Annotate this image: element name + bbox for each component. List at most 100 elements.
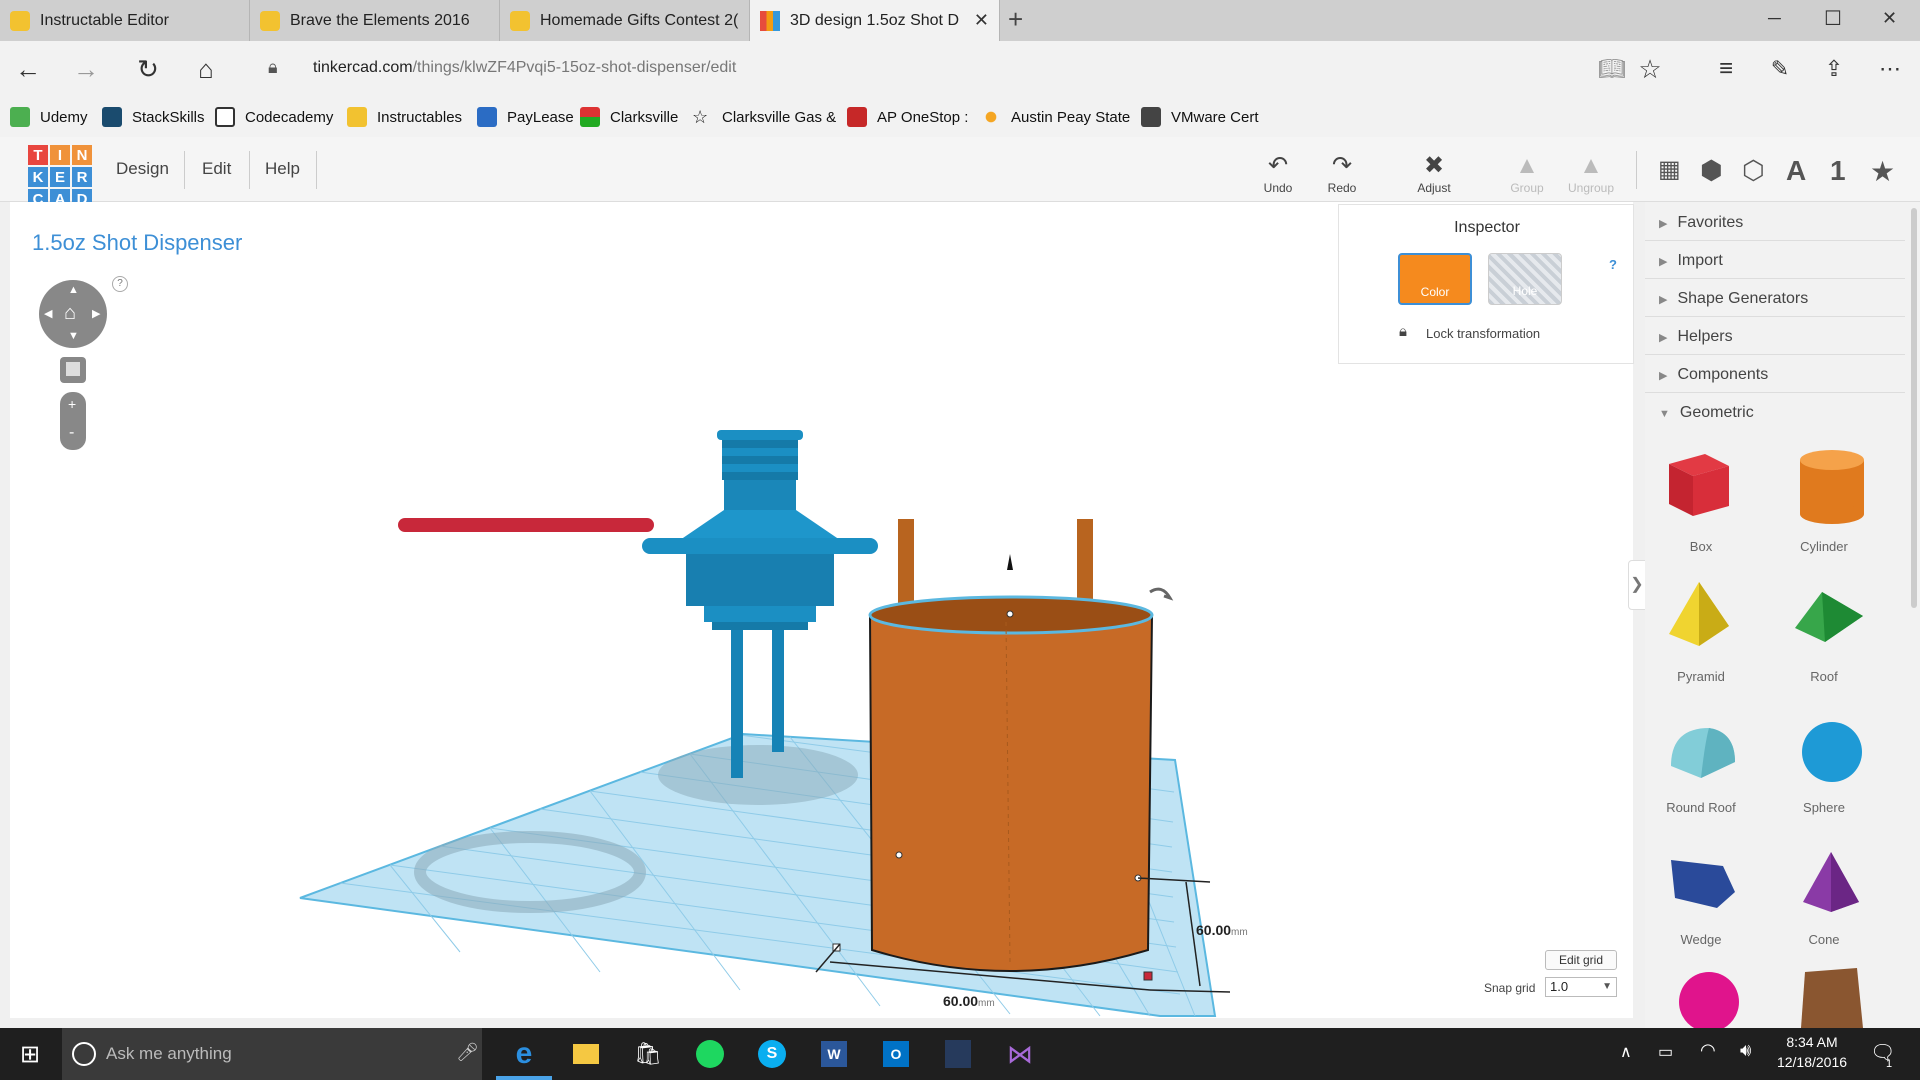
move-up-arrow-icon[interactable] <box>1007 554 1013 570</box>
close-window-button[interactable]: ✕ <box>1882 8 1897 29</box>
brown-shape-icon[interactable] <box>1801 968 1863 1028</box>
wireframe-view-icon[interactable]: ⬡ <box>1742 155 1765 186</box>
orbit-down-icon[interactable]: ▼ <box>68 330 79 342</box>
lock-transformation-label[interactable]: Lock transformation <box>1426 326 1540 341</box>
tab-instructable-editor[interactable]: Instructable Editor <box>0 0 250 41</box>
inspector-help-icon[interactable]: ? <box>1609 257 1617 272</box>
home-icon[interactable]: ⌂ <box>186 49 226 89</box>
section-favorites[interactable]: ▶ Favorites <box>1659 214 1743 232</box>
box-shape-icon[interactable] <box>1669 454 1729 516</box>
new-tab-button[interactable]: + <box>1008 4 1023 35</box>
orbit-control[interactable]: ▲ ▼ ◀ ▶ ⌂ <box>39 280 107 348</box>
resize-handle[interactable] <box>895 851 903 859</box>
url-field[interactable]: tinkercad.com/things/klwZF4Pvqi5-15oz-sh… <box>313 59 736 77</box>
clock-time[interactable]: 8:34 AM <box>1770 1034 1854 1050</box>
kindle-icon[interactable] <box>938 1036 978 1072</box>
windows-start-icon[interactable]: ⊞ <box>10 1036 50 1072</box>
battery-icon[interactable]: ▭ <box>1658 1042 1673 1062</box>
pyramid-shape-icon[interactable] <box>1669 582 1729 646</box>
section-geometric[interactable]: ▼ Geometric <box>1659 404 1754 422</box>
number-shape-icon[interactable]: 1 <box>1830 155 1846 187</box>
fav-ap-onestop[interactable]: AP OneStop : <box>847 107 968 127</box>
redo-button[interactable]: ↷ Redo <box>1312 151 1372 195</box>
visual-studio-icon[interactable]: ⋈ <box>1000 1036 1040 1072</box>
text-shape-icon[interactable]: A <box>1786 155 1806 187</box>
snap-grid-select[interactable]: 1.0 ▼ <box>1545 977 1617 997</box>
wifi-icon[interactable]: ◠ <box>1700 1040 1716 1061</box>
show-hidden-icons-icon[interactable]: ∧ <box>1620 1042 1632 1062</box>
spotify-icon[interactable] <box>690 1036 730 1072</box>
orbit-right-icon[interactable]: ▶ <box>92 307 100 320</box>
file-explorer-icon[interactable] <box>566 1036 606 1072</box>
tab-brave-elements[interactable]: Brave the Elements 2016 <box>250 0 500 41</box>
corner-handle[interactable] <box>1143 971 1153 981</box>
fav-clarksville[interactable]: Clarksville <box>580 107 678 127</box>
group-button[interactable]: ▲ Group <box>1497 151 1557 195</box>
panel-scrollbar[interactable] <box>1911 208 1917 608</box>
section-components[interactable]: ▶ Components <box>1659 366 1768 384</box>
rotate-handle-icon[interactable] <box>1149 587 1174 601</box>
wedge-shape-icon[interactable] <box>1671 860 1735 908</box>
web-note-icon[interactable]: ✎ <box>1760 49 1800 89</box>
section-import[interactable]: ▶ Import <box>1659 252 1723 270</box>
favorite-star-icon[interactable]: ☆ <box>1630 49 1670 89</box>
tab-3d-design[interactable]: 3D design 1.5oz Shot D ✕ <box>750 0 1000 41</box>
orange-cylinder-shape[interactable] <box>868 519 1154 972</box>
fit-view-button[interactable] <box>60 357 86 383</box>
color-swatch-button[interactable]: Color <box>1398 253 1472 305</box>
undo-button[interactable]: ↶ Undo <box>1248 151 1308 195</box>
hub-icon[interactable]: ≡ <box>1706 49 1746 89</box>
fav-udemy[interactable]: Udemy <box>10 107 88 127</box>
section-shape-generators[interactable]: ▶ Shape Generators <box>1659 290 1808 308</box>
cylinder-shape-icon[interactable] <box>1800 450 1864 524</box>
star-shape-icon[interactable]: ★ <box>1870 155 1895 188</box>
width-dimension-label[interactable]: 60.00mm <box>943 993 995 1009</box>
nav-help-icon[interactable]: ? <box>112 276 128 292</box>
collapse-panel-icon[interactable]: ❯ <box>1628 560 1646 610</box>
menu-help[interactable]: Help <box>265 159 300 179</box>
box-view-icon[interactable]: ⬢ <box>1700 155 1723 186</box>
microphone-icon[interactable]: 🎤︎ <box>456 1042 479 1063</box>
fav-instructables[interactable]: Instructables <box>347 107 462 127</box>
round-roof-shape-icon[interactable] <box>1671 728 1735 778</box>
resize-handle[interactable] <box>1006 610 1014 618</box>
edge-browser-icon[interactable]: e <box>504 1036 544 1072</box>
store-icon[interactable]: 🛍︎ <box>628 1036 668 1072</box>
hole-button[interactable]: Hole <box>1488 253 1562 305</box>
orbit-left-icon[interactable]: ◀ <box>44 307 52 320</box>
red-handle-shape[interactable] <box>398 518 654 532</box>
lock-icon[interactable]: 🔒︎ <box>1399 323 1407 340</box>
cortana-search-box[interactable]: Ask me anything 🎤︎ <box>62 1028 482 1080</box>
depth-dimension-label[interactable]: 60.00mm <box>1196 922 1248 938</box>
pink-shape-icon[interactable] <box>1679 972 1739 1028</box>
orbit-up-icon[interactable]: ▲ <box>68 284 79 296</box>
fav-austin-peay[interactable]: Austin Peay State <box>981 107 1130 127</box>
menu-edit[interactable]: Edit <box>202 159 231 179</box>
fav-paylease[interactable]: PayLease <box>477 107 574 127</box>
fav-stackskills[interactable]: StackSkills <box>102 107 205 127</box>
close-tab-icon[interactable]: ✕ <box>974 10 989 31</box>
minimize-button[interactable]: ─ <box>1768 8 1781 29</box>
grid-view-icon[interactable]: ▦ <box>1658 155 1681 184</box>
menu-design[interactable]: Design <box>116 159 169 179</box>
more-icon[interactable]: ⋯ <box>1870 49 1910 89</box>
design-title[interactable]: 1.5oz Shot Dispenser <box>32 230 242 256</box>
zoom-out-button[interactable]: - <box>69 424 74 442</box>
home-view-icon[interactable]: ⌂ <box>64 302 76 325</box>
fav-clarksville-gas[interactable]: ☆ Clarksville Gas & <box>692 107 836 127</box>
sphere-shape-icon[interactable] <box>1802 722 1862 782</box>
word-icon[interactable]: W <box>814 1036 854 1072</box>
adjust-button[interactable]: ✖ Adjust <box>1404 151 1464 195</box>
maximize-button[interactable]: ☐ <box>1824 6 1842 31</box>
section-helpers[interactable]: ▶ Helpers <box>1659 328 1733 346</box>
tab-homemade-gifts[interactable]: Homemade Gifts Contest 2( <box>500 0 750 41</box>
blue-dispenser-shape[interactable] <box>642 430 878 778</box>
skype-icon[interactable]: S <box>752 1036 792 1072</box>
back-icon[interactable]: ← <box>8 49 48 89</box>
share-icon[interactable]: ⇪ <box>1814 49 1854 89</box>
fav-vmware[interactable]: VMware Cert <box>1141 107 1259 127</box>
clock-date[interactable]: 12/18/2016 <box>1770 1054 1854 1070</box>
fav-codecademy[interactable]: Codecademy <box>215 107 333 127</box>
outlook-icon[interactable]: O <box>876 1036 916 1072</box>
refresh-icon[interactable]: ↻ <box>128 49 168 89</box>
